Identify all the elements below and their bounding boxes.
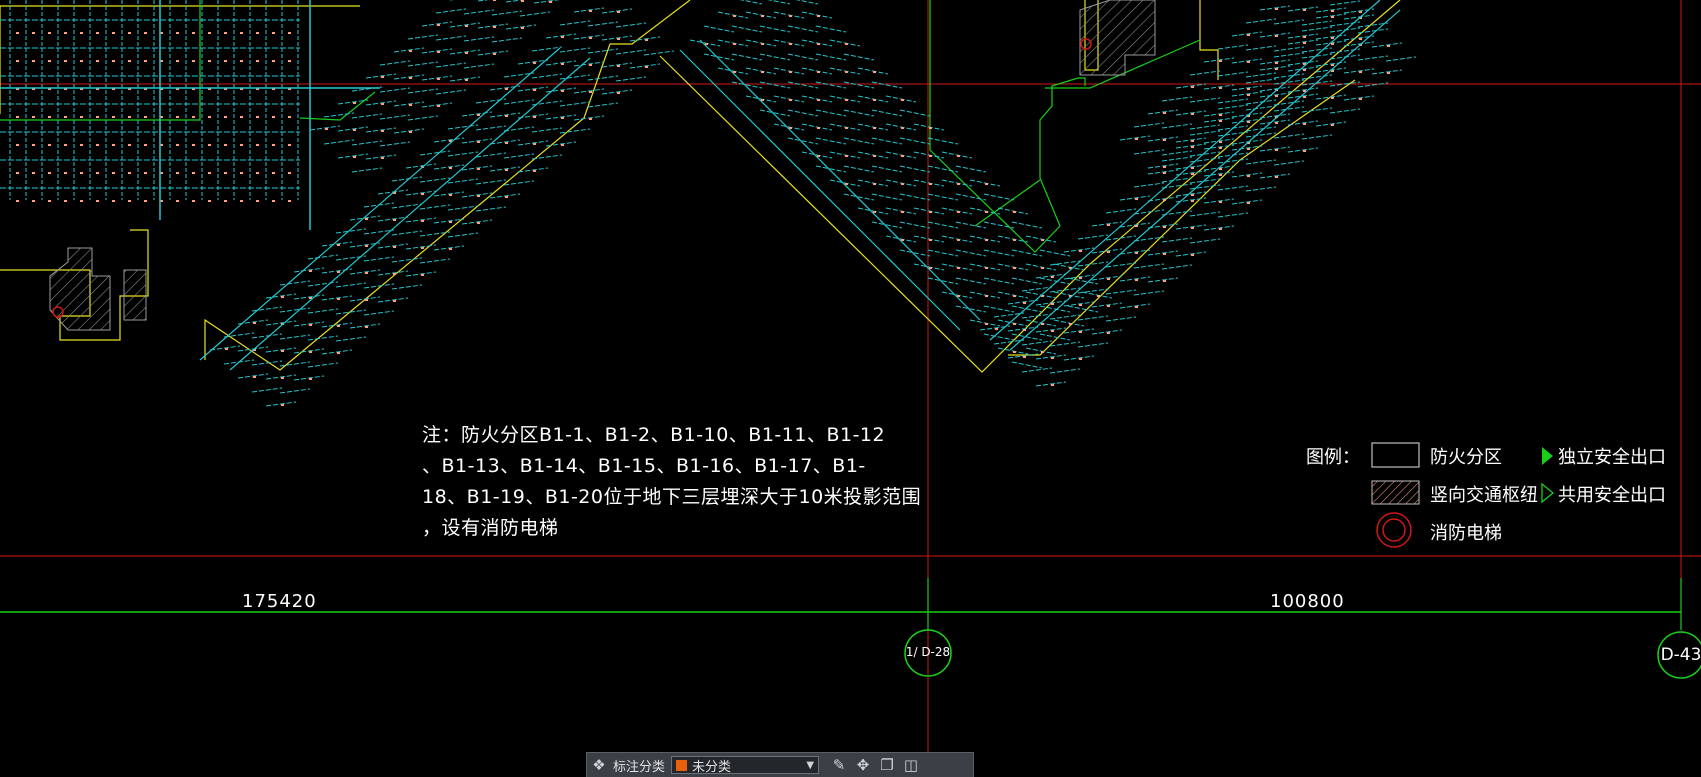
chevron-down-icon: ▼	[806, 759, 815, 771]
category-color-swatch	[676, 759, 688, 771]
annotation-toolbar: ❖ 标注分类 未分类 ▼ ✎ ✥ ❐ ◫	[586, 752, 974, 777]
drawing-note: 注：防火分区B1-1、B1-2、B1-10、B1-11、B1-12 、B1-13…	[422, 420, 922, 544]
annotation-category-select[interactable]: 未分类 ▼	[671, 756, 820, 775]
legend-vertical-core-label: 竖向交通枢纽	[1430, 485, 1538, 506]
note-line-3: 18、B1-19、B1-20位于地下三层埋深大于10米投影范围	[422, 486, 922, 508]
edit-icon[interactable]: ✎	[827, 754, 851, 776]
legend-vertical-core-swatch	[1371, 480, 1420, 505]
dimension-right: 100800	[1270, 591, 1345, 612]
legend-independent-exit-icon	[1542, 447, 1553, 465]
legend-fire-elevator-icon	[1376, 512, 1412, 548]
note-line-1: 注：防火分区B1-1、B1-2、B1-10、B1-11、B1-12	[422, 424, 886, 446]
paste-icon[interactable]: ◫	[899, 754, 923, 776]
copy-icon[interactable]: ❐	[875, 754, 899, 776]
legend-fire-zone-label: 防火分区	[1430, 447, 1502, 468]
legend-shared-exit-label: 共用安全出口	[1558, 485, 1666, 506]
dimension-left: 175420	[242, 591, 317, 612]
axis-label-d43: D-43	[1660, 645, 1701, 665]
legend-fire-elevator-label: 消防电梯	[1430, 523, 1502, 544]
cad-drawing-canvas[interactable]	[0, 0, 1701, 776]
legend-independent-exit-label: 独立安全出口	[1558, 447, 1666, 468]
parking-stall-grid	[0, 0, 1417, 407]
legend-title: 图例：	[1306, 447, 1360, 468]
vertical-core-hatch	[49, 0, 1156, 331]
move-icon[interactable]: ✥	[851, 754, 875, 776]
grid-dots-icon[interactable]: ❖	[587, 754, 611, 776]
category-select-value: 未分类	[692, 759, 732, 775]
annotation-category-label: 标注分类	[613, 759, 666, 775]
legend-shared-exit-icon	[1541, 482, 1555, 504]
note-line-4: ，设有消防电梯	[422, 517, 559, 539]
legend-fire-zone-swatch	[1371, 442, 1420, 468]
building-outline	[0, 0, 1401, 373]
note-line-2: 、B1-13、B1-14、B1-15、B1-16、B1-17、B1-	[422, 455, 866, 477]
axis-label-d28: 1/ D-28	[905, 645, 951, 659]
